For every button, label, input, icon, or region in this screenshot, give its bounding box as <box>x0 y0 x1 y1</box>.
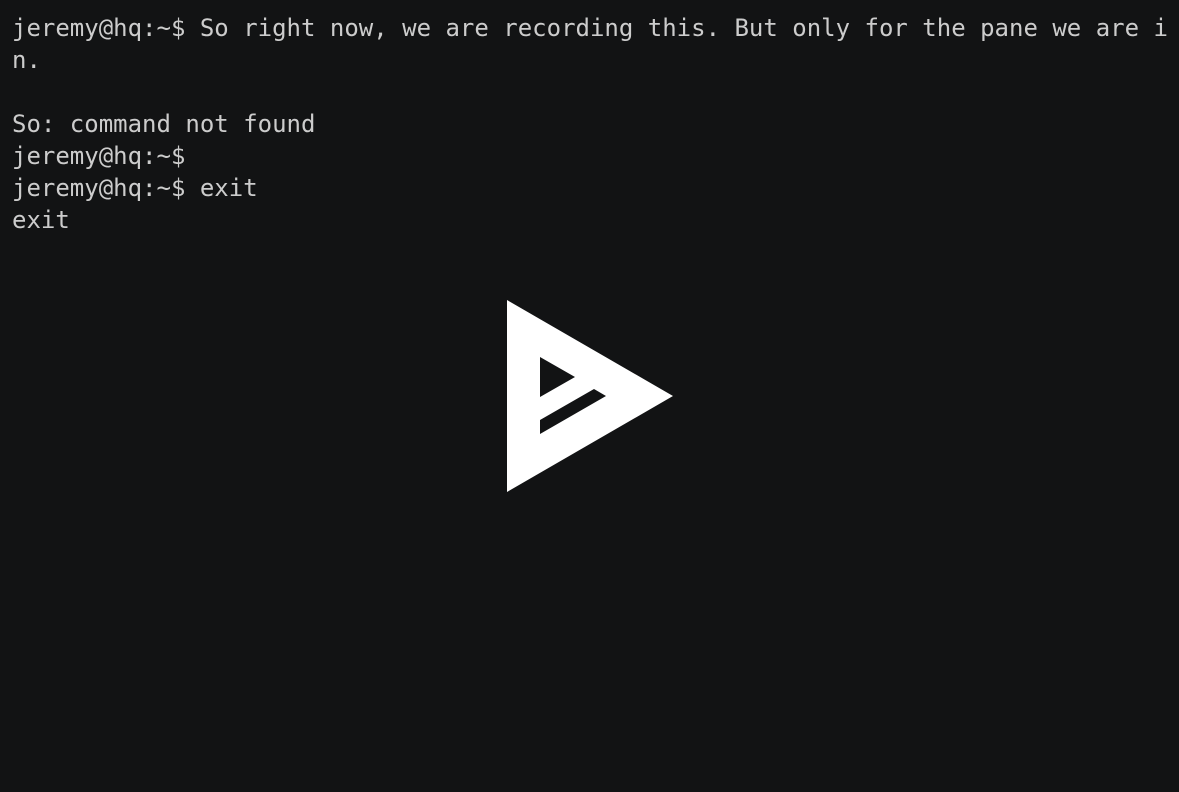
play-button[interactable] <box>505 298 675 494</box>
terminal-line: exit <box>12 206 70 234</box>
terminal-line: So: command not found <box>12 110 316 138</box>
asciinema-play-icon <box>507 300 673 492</box>
terminal-line: jeremy@hq:~$ exit <box>12 174 258 202</box>
terminal-line: jeremy@hq:~$ <box>12 142 200 170</box>
terminal-line: jeremy@hq:~$ So right now, we are record… <box>12 14 1168 42</box>
terminal-player[interactable]: jeremy@hq:~$ So right now, we are record… <box>0 0 1179 792</box>
terminal-output: jeremy@hq:~$ So right now, we are record… <box>12 12 1172 236</box>
terminal-line: n. <box>12 46 41 74</box>
